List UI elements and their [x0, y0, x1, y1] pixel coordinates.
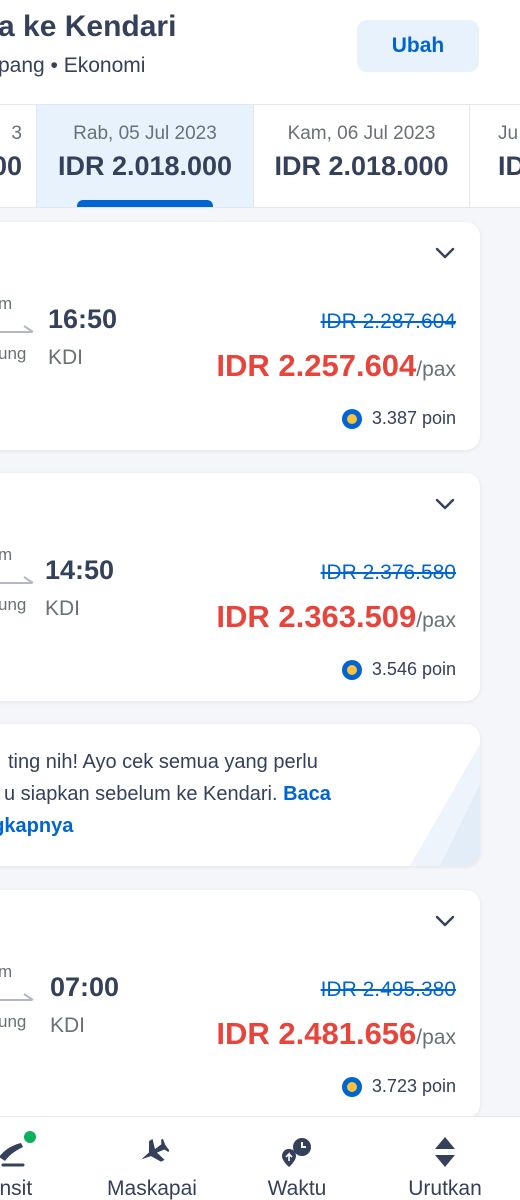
filter-airline-label: Maskapai [107, 1177, 197, 1200]
flight-arrow-icon [0, 325, 34, 333]
arrival-airport: KDI [50, 1014, 86, 1037]
header: a ke Kendari pang • Ekonomi Ubah [0, 0, 520, 104]
date-tab[interactable]: Kam, 06 Jul 2023 IDR 2.018.000 [254, 105, 470, 207]
sort-button[interactable]: Urutkan [380, 1117, 510, 1200]
date-tab-selected[interactable]: Rab, 05 Jul 2023 IDR 2.018.000 [37, 105, 254, 207]
arrival-airport: KDI [45, 597, 81, 620]
arrival-airport: KDI [48, 346, 84, 369]
date-tab-price: IDF [498, 151, 520, 181]
price-amount: IDR 2.257.604 [216, 348, 417, 383]
change-search-button[interactable]: Ubah [357, 20, 479, 72]
price: IDR 2.481.656/pax [216, 1016, 456, 1052]
active-filter-dot [24, 1131, 36, 1143]
flight-arrow-icon [0, 993, 34, 1001]
arrival-time: 14:50 [45, 555, 115, 585]
price-amount: IDR 2.481.656 [216, 1016, 417, 1051]
date-tab[interactable]: 3 00 [0, 105, 37, 207]
transit-icon [0, 1143, 25, 1167]
time-icon [282, 1138, 311, 1167]
flight-arrow-icon [0, 576, 34, 584]
read-more-link[interactable]: Baca [283, 783, 331, 805]
original-price: IDR 2.287.604 [320, 310, 456, 333]
flight-card[interactable]: m ung 14:50 KDI IDR 2.376.580 IDR 2.363.… [0, 473, 480, 701]
chevron-down-icon[interactable] [434, 246, 456, 260]
bottom-filter-bar: ansit Maskapai Waktu Urutkan [0, 1116, 520, 1200]
date-selector: 3 00 Rab, 05 Jul 2023 IDR 2.018.000 Kam,… [0, 104, 520, 208]
filter-airline[interactable]: Maskapai [86, 1117, 218, 1200]
coin-icon [341, 408, 362, 429]
price-amount: IDR 2.363.509 [216, 599, 417, 634]
points-text: 3.723 poin [371, 1076, 456, 1096]
departure-airport: m [0, 545, 13, 564]
price-unit: /pax [416, 358, 456, 381]
date-tab-date: Ju [498, 123, 519, 144]
flight-card[interactable]: m ung 07:00 KDI IDR 2.495.380 IDR 2.481.… [0, 890, 480, 1118]
filter-transit[interactable]: ansit [0, 1117, 80, 1200]
date-tab-date: Rab, 05 Jul 2023 [73, 123, 217, 144]
date-tab-date: 3 [11, 123, 22, 144]
date-tab-date: Kam, 06 Jul 2023 [287, 123, 436, 144]
flight-card[interactable]: m ung 16:50 KDI IDR 2.287.604 IDR 2.257.… [0, 222, 480, 450]
departure-airport: m [0, 294, 13, 313]
departure-airport: m [0, 962, 13, 981]
filter-time-label: Waktu [267, 1177, 327, 1200]
coin-icon [341, 1076, 362, 1097]
filter-transit-label: ansit [0, 1177, 33, 1200]
date-tab-price: IDR 2.018.000 [57, 151, 233, 181]
date-tab-price: 00 [0, 151, 22, 181]
loyalty-points: 3.723 poin [341, 1076, 456, 1097]
chevron-down-icon[interactable] [434, 497, 456, 511]
read-more-link-cont[interactable]: ngkapnya [0, 810, 400, 842]
sort-label: Urutkan [408, 1177, 482, 1200]
price: IDR 2.257.604/pax [216, 348, 456, 384]
route-title: a ke Kendari [0, 10, 177, 43]
destination-info-banner[interactable]: ting nih! Ayo cek semua yang perlu u sia… [0, 724, 480, 866]
flight-type: ung [0, 344, 27, 363]
date-tab[interactable]: Ju IDF [470, 105, 520, 207]
arrival-time: 07:00 [50, 972, 120, 1002]
info-line-1: ting nih! Ayo cek semua yang perlu [8, 751, 318, 773]
coin-icon [341, 659, 362, 680]
price-unit: /pax [416, 1026, 456, 1049]
flight-type: ung [0, 595, 27, 614]
info-line-2: u siapkan sebelum ke Kendari. Baca [0, 778, 400, 810]
points-text: 3.387 poin [371, 408, 456, 428]
original-price: IDR 2.495.380 [320, 978, 456, 1001]
loyalty-points: 3.546 poin [341, 659, 456, 680]
arrival-time: 16:50 [48, 304, 118, 334]
price: IDR 2.363.509/pax [216, 599, 456, 635]
info-text: ting nih! Ayo cek semua yang perlu u sia… [0, 746, 400, 842]
loyalty-points: 3.387 poin [341, 408, 456, 429]
info-line-2-text: u siapkan sebelum ke Kendari. [4, 783, 278, 805]
airplane-icon [141, 1138, 169, 1162]
route-subtitle: pang • Ekonomi [0, 54, 146, 77]
original-price: IDR 2.376.580 [320, 561, 456, 584]
price-unit: /pax [416, 609, 456, 632]
chevron-down-icon[interactable] [434, 914, 456, 928]
sort-icon [435, 1137, 455, 1167]
points-text: 3.546 poin [371, 659, 456, 679]
active-tab-indicator [77, 200, 213, 207]
filter-time[interactable]: Waktu [234, 1117, 360, 1200]
flight-type: ung [0, 1012, 27, 1031]
date-tab-price: IDR 2.018.000 [274, 151, 449, 181]
